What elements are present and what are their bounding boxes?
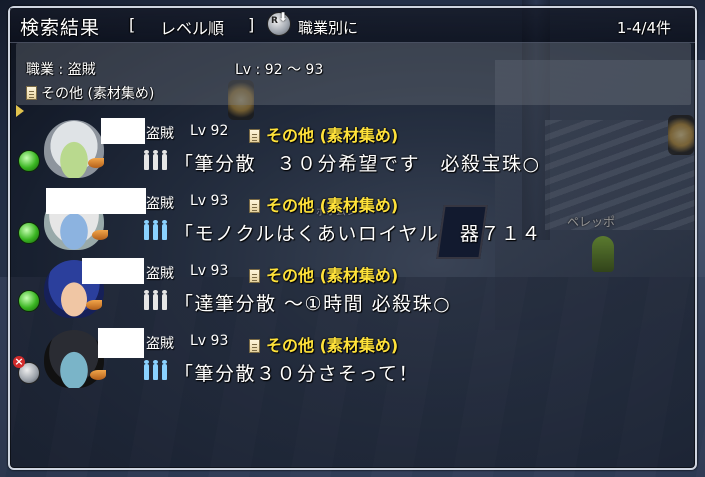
- avatar: [44, 120, 104, 178]
- condition-level: Lv : 92 〜 93: [235, 62, 324, 78]
- player-category: その他 (素材集め): [249, 332, 398, 356]
- ear-fin: [92, 230, 108, 240]
- player-job: 盗賊: [146, 266, 174, 282]
- result-row[interactable]: 盗賊 Lv 92 その他 (素材集め) 「筆分散 ３０分希望です 必殺宝珠○: [10, 118, 695, 188]
- window-title: 検索結果: [20, 17, 101, 39]
- player-level: Lv 93: [190, 193, 229, 209]
- player-job: 盗賊: [146, 126, 174, 142]
- document-icon: [249, 199, 260, 213]
- player-comment: 「達筆分散 〜①時間 必殺珠○: [174, 293, 452, 315]
- signal-bars-icon: [144, 220, 174, 242]
- offline-status-icon: [13, 356, 40, 384]
- arrow-down-icon: ⬇: [278, 10, 289, 24]
- player-level: Lv 93: [190, 263, 229, 279]
- signal-bars-icon: [144, 150, 174, 172]
- bracket-open: [: [129, 15, 136, 34]
- online-status-icon: [18, 290, 40, 312]
- document-icon: [249, 129, 260, 143]
- player-category: その他 (素材集め): [249, 122, 398, 146]
- online-status-icon: [18, 150, 40, 172]
- result-row[interactable]: 盗賊 Lv 93 その他 (素材集め) 「達筆分散 〜①時間 必殺珠○: [10, 258, 695, 328]
- result-row[interactable]: 盗賊 Lv 93 その他 (素材集め) 「筆分散３０分さそって！: [10, 328, 695, 398]
- signal-bars-icon: [144, 360, 174, 382]
- result-count: 1-4/4件: [616, 19, 671, 37]
- player-comment: 「モノクルはくあいロイヤル 器７１４: [174, 223, 542, 245]
- window-header: 検索結果 [ レベル順 ] R ⬇ 職業別に 1-4/4件: [10, 8, 695, 43]
- player-job: 盗賊: [146, 336, 174, 352]
- player-category: その他 (素材集め): [249, 192, 398, 216]
- filter-by-job-button[interactable]: 職業別に: [298, 17, 358, 38]
- document-icon: [26, 86, 37, 100]
- result-row[interactable]: 盗賊 Lv 93 その他 (素材集め) 「モノクルはくあいロイヤル 器７１４: [10, 188, 695, 258]
- player-level: Lv 92: [190, 123, 229, 139]
- condition-category: その他 (素材集め): [26, 83, 154, 103]
- ear-fin: [90, 370, 106, 380]
- name-redaction: [101, 118, 145, 144]
- ear-fin: [86, 300, 102, 310]
- r-button-icon[interactable]: R ⬇: [267, 10, 291, 36]
- player-comment: 「筆分散３０分さそって！: [174, 363, 420, 385]
- name-redaction: [82, 258, 144, 284]
- player-level: Lv 93: [190, 333, 229, 349]
- search-conditions: 職業 : 盗賊 Lv : 92 〜 93 その他 (素材集め): [16, 43, 691, 105]
- document-icon: [249, 339, 260, 353]
- condition-job: 職業 : 盗賊: [26, 62, 96, 78]
- bracket-close: ]: [248, 15, 255, 34]
- sort-order-button[interactable]: レベル順: [160, 15, 224, 39]
- player-job: 盗賊: [146, 196, 174, 212]
- document-icon: [249, 269, 260, 283]
- player-category: その他 (素材集め): [249, 262, 398, 286]
- online-status-icon: [18, 222, 40, 244]
- ear-fin: [88, 158, 104, 168]
- name-redaction: [98, 328, 144, 358]
- selection-cursor-icon: [16, 105, 26, 117]
- signal-bars-icon: [144, 290, 174, 312]
- name-redaction: [46, 188, 146, 214]
- player-comment: 「筆分散 ３０分希望です 必殺宝珠○: [174, 153, 541, 175]
- search-results-window: 検索結果 [ レベル順 ] R ⬇ 職業別に 1-4/4件 職業 : 盗賊 Lv…: [8, 6, 697, 470]
